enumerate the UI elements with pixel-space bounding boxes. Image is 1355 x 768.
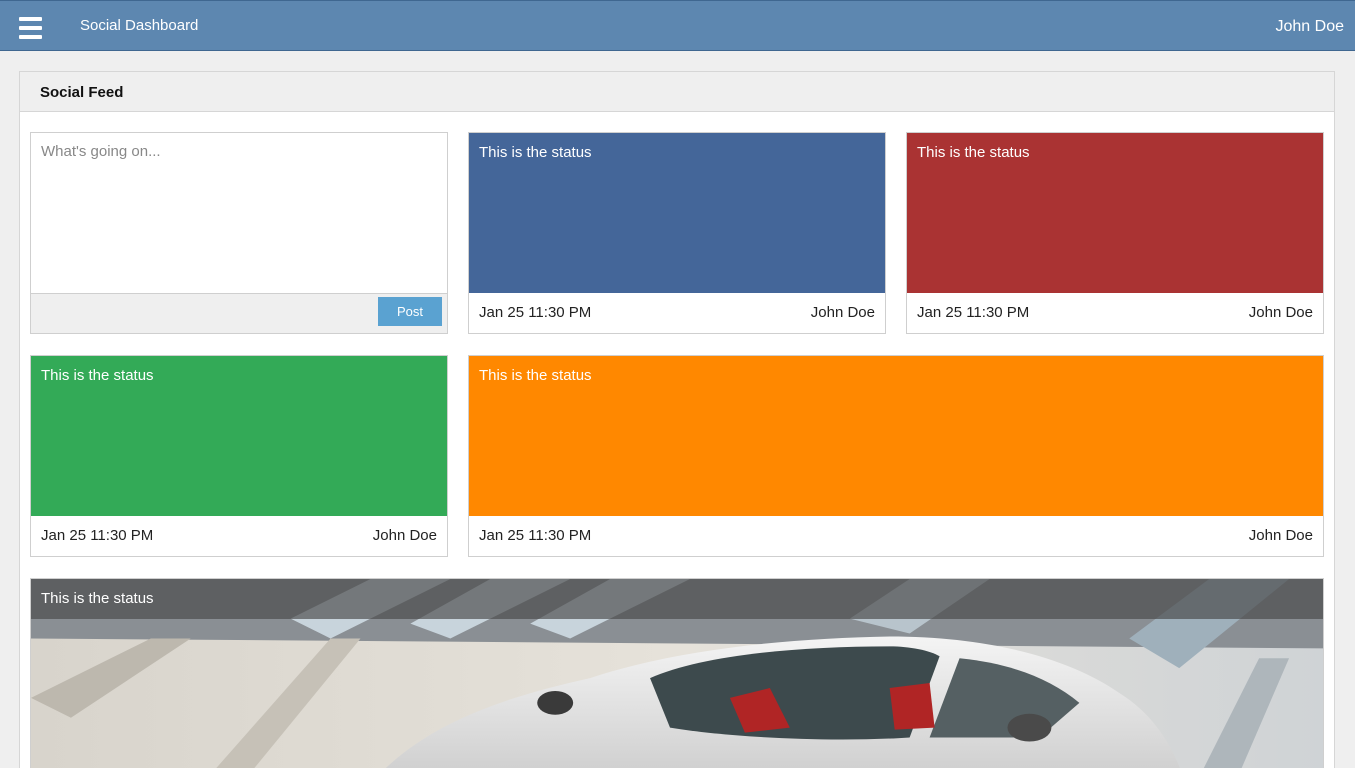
status-text: This is the status xyxy=(469,133,885,293)
post-button[interactable]: Post xyxy=(378,297,442,326)
status-card[interactable]: This is the status Jan 25 11:30 PM John … xyxy=(30,355,448,557)
post-date: Jan 25 11:30 PM xyxy=(479,304,592,321)
hamburger-menu-icon[interactable] xyxy=(19,17,42,40)
status-text: This is the status xyxy=(31,579,1323,619)
card-footer: Jan 25 11:30 PM John Doe xyxy=(469,293,885,333)
card-footer: Jan 25 11:30 PM John Doe xyxy=(469,516,1323,556)
status-card[interactable]: This is the status Jan 25 11:30 PM John … xyxy=(468,132,886,334)
post-author: John Doe xyxy=(810,304,875,321)
post-date: Jan 25 11:30 PM xyxy=(479,527,592,544)
status-input[interactable] xyxy=(31,133,447,293)
status-composer: Post xyxy=(30,132,448,334)
top-navbar: Social Dashboard John Doe xyxy=(0,0,1355,51)
status-text: This is the status xyxy=(31,356,447,516)
social-feed-panel: Social Feed Post This is the status Jan … xyxy=(19,71,1335,768)
post-date: Jan 25 11:30 PM xyxy=(41,527,154,544)
composer-toolbar: Post xyxy=(31,293,447,333)
card-footer: Jan 25 11:30 PM John Doe xyxy=(31,516,447,556)
post-author: John Doe xyxy=(1248,304,1313,321)
status-card[interactable]: This is the status Jan 25 11:30 PM John … xyxy=(906,132,1324,334)
app-title: Social Dashboard xyxy=(80,17,199,34)
post-author: John Doe xyxy=(1248,527,1313,544)
user-name-link[interactable]: John Doe xyxy=(1276,18,1345,36)
photo-status-card[interactable]: This is the status xyxy=(30,578,1324,768)
status-text: This is the status xyxy=(907,133,1323,293)
status-text: This is the status xyxy=(469,356,1323,516)
status-card[interactable]: This is the status Jan 25 11:30 PM John … xyxy=(468,355,1324,557)
post-date: Jan 25 11:30 PM xyxy=(917,304,1030,321)
panel-title: Social Feed xyxy=(20,72,1334,112)
post-author: John Doe xyxy=(372,527,437,544)
card-footer: Jan 25 11:30 PM John Doe xyxy=(907,293,1323,333)
